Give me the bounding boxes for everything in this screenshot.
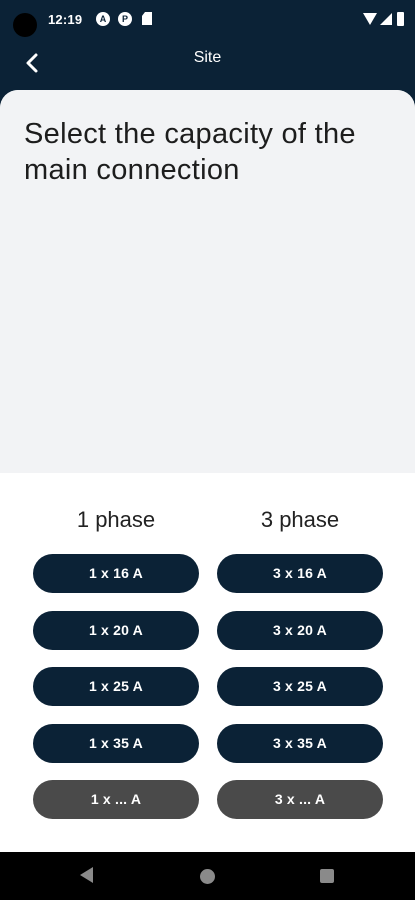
question-area: Select the capacity of the main connecti… (0, 90, 415, 473)
status-time: 12:19 (48, 12, 83, 27)
content-card: Select the capacity of the main connecti… (0, 90, 415, 852)
one-phase-heading: 1 phase (76, 507, 156, 532)
wifi-icon (363, 13, 377, 25)
option-3x35a-button[interactable]: 3 x 35 A (217, 724, 383, 763)
question-text: Select the capacity of the main connecti… (24, 118, 356, 186)
notification-a-icon: A (96, 12, 110, 26)
camera-cutout (13, 13, 37, 37)
battery-icon (397, 12, 404, 26)
cellular-signal-icon (380, 13, 392, 25)
nav-recents-icon[interactable] (320, 869, 334, 883)
sd-card-icon (142, 12, 152, 25)
option-3x20a-button[interactable]: 3 x 20 A (217, 611, 383, 650)
nav-home-icon[interactable] (200, 869, 215, 884)
option-3x25a-button[interactable]: 3 x 25 A (217, 667, 383, 706)
nav-back-icon[interactable] (80, 867, 93, 883)
app-header: Site (0, 40, 415, 90)
option-1x25a-button[interactable]: 1 x 25 A (33, 667, 199, 706)
status-bar: 12:19 A P (0, 0, 415, 40)
option-1x35a-button[interactable]: 1 x 35 A (33, 724, 199, 763)
three-phase-heading: 3 phase (260, 507, 340, 532)
option-3x16a-button[interactable]: 3 x 16 A (217, 554, 383, 593)
option-3x-custom-button[interactable]: 3 x ... A (217, 780, 383, 819)
option-1x16a-button[interactable]: 1 x 16 A (33, 554, 199, 593)
page-title: Site (193, 49, 222, 66)
option-1x20a-button[interactable]: 1 x 20 A (33, 611, 199, 650)
option-1x-custom-button[interactable]: 1 x ... A (33, 780, 199, 819)
notification-p-icon: P (118, 12, 132, 26)
system-nav-bar (0, 852, 415, 900)
